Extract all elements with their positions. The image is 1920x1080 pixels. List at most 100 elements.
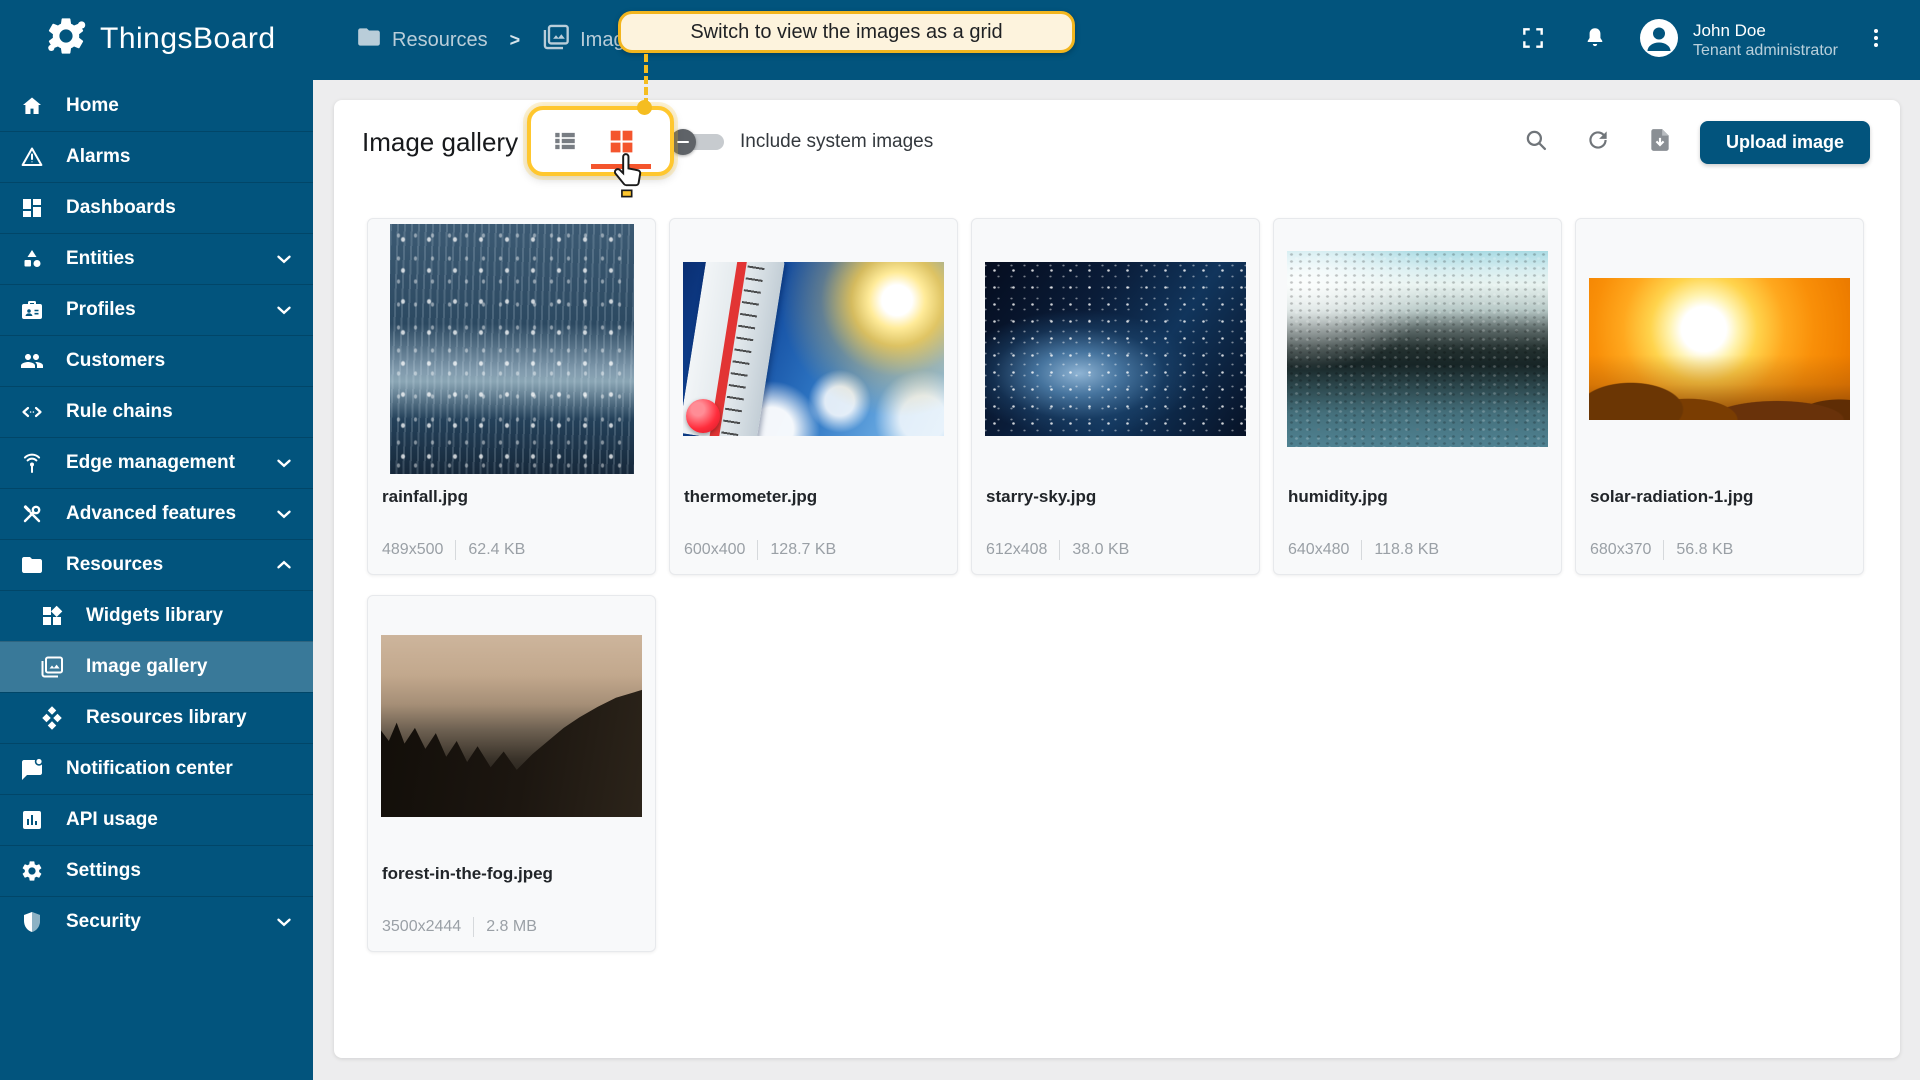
file-import-icon [1647, 127, 1673, 158]
chevron-down-icon [273, 299, 295, 321]
sidebar-item-profiles[interactable]: Profiles [0, 284, 313, 335]
image-resolution: 600x400 [684, 541, 745, 559]
solar-radiation-thumbnail-image [1589, 278, 1850, 420]
user-menu[interactable]: John Doe Tenant administrator [1639, 18, 1838, 63]
notifications-button[interactable] [1571, 16, 1619, 64]
image-meta: 612x408 38.0 KB [972, 540, 1259, 560]
image-size: 56.8 KB [1676, 541, 1733, 559]
sidebar-item-notification-center[interactable]: Notification center [0, 743, 313, 794]
sidebar-item-widgets-library[interactable]: Widgets library [0, 590, 313, 641]
meta-divider [1361, 540, 1362, 560]
meta-divider [1059, 540, 1060, 560]
forest-in-the-fog-thumbnail-image [381, 635, 642, 817]
image-resolution: 612x408 [986, 541, 1047, 559]
app-title: ThingsBoard [100, 22, 276, 56]
thumbnail [1274, 219, 1561, 479]
image-name: rainfall.jpg [368, 487, 655, 507]
header-actions: John Doe Tenant administrator [1509, 0, 1900, 80]
sidebar-item-entities[interactable]: Entities [0, 233, 313, 284]
include-system-images-toggle[interactable]: Include system images [676, 100, 933, 184]
search-button[interactable] [1514, 120, 1558, 164]
resources-library-icon [40, 706, 64, 730]
starry-sky-thumbnail-image [985, 262, 1246, 436]
widgets-icon [40, 604, 64, 628]
thumbnail [368, 219, 655, 479]
image-meta: 3500x2444 2.8 MB [368, 917, 655, 937]
image-card-thermometer[interactable]: thermometer.jpg 600x400 128.7 KB [669, 218, 958, 575]
image-card-starry-sky[interactable]: starry-sky.jpg 612x408 38.0 KB [971, 218, 1260, 575]
refresh-button[interactable] [1576, 120, 1620, 164]
image-grid: rainfall.jpg 489x500 62.4 KB thermometer… [367, 218, 1877, 952]
image-name: humidity.jpg [1274, 487, 1561, 507]
meta-divider [473, 917, 474, 937]
sidebar-item-customers[interactable]: Customers [0, 335, 313, 386]
upload-image-button[interactable]: Upload image [1700, 121, 1870, 164]
sidebar-item-dashboards[interactable]: Dashboards [0, 182, 313, 233]
sidebar-item-settings[interactable]: Settings [0, 845, 313, 896]
user-role: Tenant administrator [1693, 42, 1838, 60]
image-resolution: 3500x2444 [382, 918, 461, 936]
image-card-forest-in-the-fog[interactable]: forest-in-the-fog.jpeg 3500x2444 2.8 MB [367, 595, 656, 952]
sidebar-item-advanced-features[interactable]: Advanced features [0, 488, 313, 539]
folder-icon [20, 553, 44, 577]
tutorial-highlight-box [527, 106, 674, 176]
chevron-up-icon [273, 554, 295, 576]
tutorial-connector-line [644, 54, 648, 106]
sidebar-item-home[interactable]: Home [0, 80, 313, 131]
edge-icon [20, 451, 44, 475]
user-name: John Doe [1693, 20, 1838, 43]
kebab-icon [1864, 26, 1888, 55]
toggle-track[interactable] [676, 134, 724, 150]
import-image-button[interactable] [1638, 120, 1682, 164]
humidity-thumbnail-image [1287, 251, 1548, 447]
sidebar-nav: Home Alarms Dashboards Entities Profiles… [0, 80, 313, 1080]
sidebar-item-image-gallery[interactable]: Image gallery [0, 641, 313, 692]
image-resolution: 640x480 [1288, 541, 1349, 559]
home-icon [20, 94, 44, 118]
bell-icon [1582, 25, 1608, 56]
image-size: 2.8 MB [486, 918, 537, 936]
api-usage-icon [20, 808, 44, 832]
sidebar-item-resources[interactable]: Resources [0, 539, 313, 590]
image-resolution: 680x370 [1590, 541, 1651, 559]
breadcrumb-resources[interactable]: Resources [356, 24, 488, 56]
image-size: 38.0 KB [1072, 541, 1129, 559]
page-title: Image gallery [362, 100, 518, 184]
chevron-down-icon [273, 452, 295, 474]
sidebar-item-rule-chains[interactable]: Rule chains [0, 386, 313, 437]
chevron-down-icon [273, 248, 295, 270]
image-card-rainfall[interactable]: rainfall.jpg 489x500 62.4 KB [367, 218, 656, 575]
tutorial-connector-dot [637, 100, 652, 115]
sidebar-item-edge-management[interactable]: Edge management [0, 437, 313, 488]
tutorial-tooltip: Switch to view the images as a grid [618, 11, 1075, 53]
search-icon [1523, 127, 1549, 158]
thingsboard-logo[interactable]: ThingsBoard [44, 14, 276, 63]
entities-icon [20, 247, 44, 271]
settings-icon [20, 859, 44, 883]
image-card-humidity[interactable]: humidity.jpg 640x480 118.8 KB [1273, 218, 1562, 575]
sidebar-item-security[interactable]: Security [0, 896, 313, 947]
image-name: solar-radiation-1.jpg [1576, 487, 1863, 507]
breadcrumb-label: Resources [392, 29, 488, 52]
more-menu-button[interactable] [1852, 16, 1900, 64]
include-system-images-label: Include system images [740, 131, 933, 153]
thermometer-thumbnail-image [683, 262, 944, 436]
sidebar-item-api-usage[interactable]: API usage [0, 794, 313, 845]
image-size: 62.4 KB [468, 541, 525, 559]
sidebar-item-alarms[interactable]: Alarms [0, 131, 313, 182]
thumbnail [1576, 219, 1863, 479]
sidebar-item-resources-library[interactable]: Resources library [0, 692, 313, 743]
image-name: forest-in-the-fog.jpeg [368, 864, 655, 884]
image-size: 128.7 KB [770, 541, 836, 559]
meta-divider [757, 540, 758, 560]
image-resolution: 489x500 [382, 541, 443, 559]
alarm-icon [20, 145, 44, 169]
thumbnail [972, 219, 1259, 479]
image-name: thermometer.jpg [670, 487, 957, 507]
image-card-solar-radiation[interactable]: solar-radiation-1.jpg 680x370 56.8 KB [1575, 218, 1864, 575]
fullscreen-button[interactable] [1509, 16, 1557, 64]
notification-icon [20, 757, 44, 781]
thumbnail [670, 219, 957, 479]
image-meta: 680x370 56.8 KB [1576, 540, 1863, 560]
rule-chains-icon [20, 400, 44, 424]
